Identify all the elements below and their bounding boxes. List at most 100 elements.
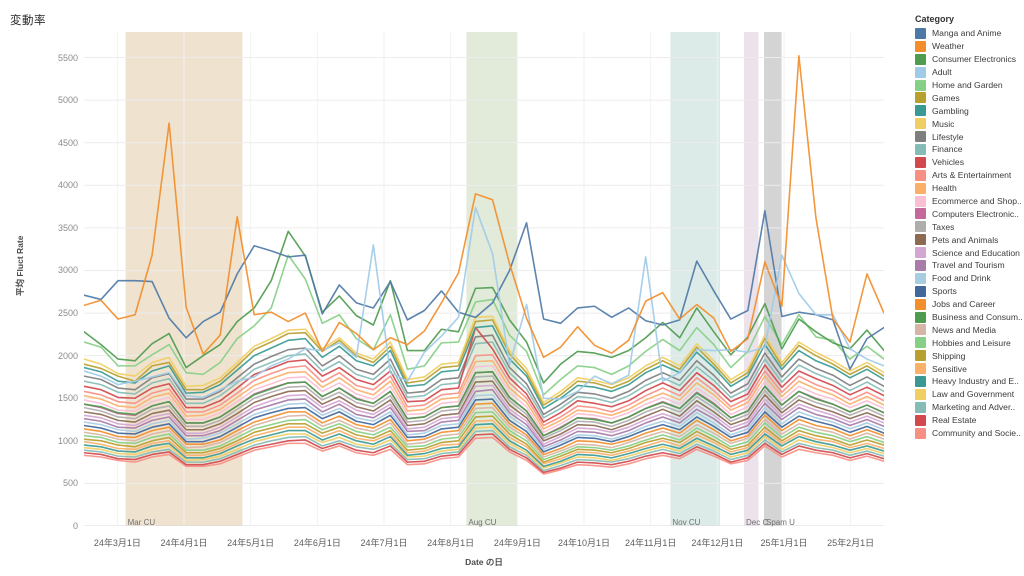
- legend-color-swatch-icon: [915, 272, 926, 284]
- x-axis-tick-label: 24年5月1日: [227, 538, 275, 548]
- legend-color-swatch-icon: [915, 247, 926, 259]
- x-axis-tick-label: 24年9月1日: [493, 538, 541, 548]
- legend-item[interactable]: Shipping: [905, 349, 1023, 362]
- y-axis-tick-label: 5500: [57, 52, 78, 63]
- legend-item-list[interactable]: Manga and Anime Weather Consumer Electroni…: [905, 27, 1023, 440]
- legend-item[interactable]: Adult: [905, 66, 1023, 79]
- legend-item[interactable]: Pets and Animals: [905, 233, 1023, 246]
- legend-color-swatch-icon: [915, 40, 926, 52]
- legend-color-swatch-icon: [915, 27, 926, 39]
- legend-item[interactable]: Marketing and Adver..: [905, 401, 1023, 414]
- legend-item[interactable]: Gambling: [905, 104, 1023, 117]
- legend-item[interactable]: Weather: [905, 40, 1023, 53]
- legend-item-label: Vehicles: [932, 157, 965, 168]
- legend-item[interactable]: Real Estate: [905, 414, 1023, 427]
- legend-item-label: Manga and Anime: [932, 28, 1002, 39]
- legend-item[interactable]: Health: [905, 182, 1023, 195]
- legend-item-label: Weather: [932, 41, 965, 52]
- legend-item-label: Finance: [932, 144, 963, 155]
- legend-color-swatch-icon: [915, 79, 926, 91]
- legend-item[interactable]: Consumer Electronics: [905, 53, 1023, 66]
- legend-item-label: Home and Garden: [932, 80, 1003, 90]
- legend-item[interactable]: Games: [905, 91, 1023, 104]
- legend-item[interactable]: Sensitive: [905, 362, 1023, 375]
- legend-item-label: Ecommerce and Shop..: [932, 196, 1022, 207]
- y-axis-tick-label: 2500: [57, 308, 78, 319]
- legend-item[interactable]: Science and Education: [905, 246, 1023, 259]
- legend-color-swatch-icon: [915, 375, 926, 387]
- x-axis-title: Date の日: [465, 557, 503, 567]
- x-axis-tick-label: 24年3月1日: [93, 538, 141, 548]
- legend-item[interactable]: Manga and Anime: [905, 27, 1023, 40]
- x-axis-ticks: 24年3月1日 24年4月1日 24年5月1日 24年6月1日 24年7月1日 24年8月…: [0, 536, 1024, 550]
- annotation-band-label: Spam U: [766, 518, 795, 527]
- legend-item[interactable]: Lifestyle: [905, 130, 1023, 143]
- plot-area[interactable]: [84, 32, 884, 526]
- legend-color-swatch-icon: [915, 259, 926, 271]
- legend-item-label: Pets and Animals: [932, 234, 999, 245]
- legend-color-swatch-icon: [915, 221, 926, 233]
- legend-item[interactable]: Finance: [905, 143, 1023, 156]
- legend-item-label: Science and Education: [932, 247, 1020, 258]
- legend-color-swatch-icon: [915, 182, 926, 194]
- legend-item[interactable]: Music: [905, 117, 1023, 130]
- x-axis-tick-label: 24年7月1日: [360, 538, 408, 548]
- legend-item[interactable]: Law and Government: [905, 388, 1023, 401]
- y-axis-tick-label: 5000: [57, 95, 78, 106]
- x-axis-tick-label: 24年12月1日: [691, 538, 744, 548]
- legend-color-swatch-icon: [915, 156, 926, 168]
- x-axis-tick-label: 24年4月1日: [160, 538, 208, 548]
- legend-color-swatch-icon: [915, 388, 926, 400]
- legend-item[interactable]: Taxes: [905, 220, 1023, 233]
- legend-color-swatch-icon: [915, 105, 926, 117]
- legend[interactable]: Category Manga and Anime Weather Consumer …: [905, 14, 1023, 440]
- y-axis-tick-label: 1000: [57, 435, 78, 446]
- legend-item-label: Law and Government: [932, 389, 1015, 400]
- legend-color-swatch-icon: [915, 131, 926, 143]
- legend-item[interactable]: News and Media: [905, 323, 1023, 336]
- legend-item[interactable]: Vehicles: [905, 156, 1023, 169]
- legend-item-label: Games: [932, 92, 960, 103]
- legend-item[interactable]: Computers Electronic..: [905, 207, 1023, 220]
- legend-item-label: Heavy Industry and E..: [932, 376, 1019, 387]
- legend-color-swatch-icon: [915, 427, 926, 439]
- legend-item[interactable]: Business and Consum..: [905, 311, 1023, 324]
- legend-color-swatch-icon: [915, 143, 926, 155]
- legend-item[interactable]: Hobbies and Leisure: [905, 336, 1023, 349]
- legend-item-label: Music: [932, 118, 955, 129]
- legend-color-swatch-icon: [915, 53, 926, 65]
- legend-color-swatch-icon: [915, 324, 926, 336]
- legend-item[interactable]: Community and Socie..: [905, 427, 1023, 440]
- x-axis-tick-label: 25年2月1日: [827, 538, 875, 548]
- x-axis-tick-label: 24年11月1日: [624, 538, 677, 548]
- legend-item-label: News and Media: [932, 324, 997, 335]
- annotation-band-label: Mar CU: [127, 518, 156, 527]
- y-axis-title: 平均 Fluct Rate: [15, 235, 25, 296]
- legend-item[interactable]: Travel and Tourism: [905, 259, 1023, 272]
- y-axis-tick-label: 4500: [57, 137, 78, 148]
- legend-color-swatch-icon: [915, 234, 926, 246]
- annotation-band-label: Nov CU: [672, 518, 701, 527]
- y-axis-ticks: 0 500 1000 1500 2000 2500 3000 3500 4000 4500 5000…: [30, 32, 78, 531]
- legend-item[interactable]: Food and Drink: [905, 272, 1023, 285]
- legend-item[interactable]: Jobs and Career: [905, 298, 1023, 311]
- x-axis-tick-label: 24年10月1日: [557, 538, 611, 548]
- annotation-band-label: Dec C: [746, 518, 769, 527]
- x-axis-tick-label: 25年1月1日: [760, 538, 808, 548]
- legend-item-label: Health: [932, 183, 957, 194]
- legend-item-label: Sports: [932, 286, 957, 297]
- legend-title: Category: [915, 14, 955, 24]
- legend-item[interactable]: Ecommerce and Shop..: [905, 195, 1023, 208]
- line-chart-svg: [84, 32, 884, 526]
- legend-item[interactable]: Arts & Entertainment: [905, 169, 1023, 182]
- legend-color-swatch-icon: [915, 350, 926, 362]
- legend-item[interactable]: Sports: [905, 285, 1023, 298]
- legend-item[interactable]: Heavy Industry and E..: [905, 375, 1023, 388]
- y-axis-tick-label: 1500: [57, 393, 78, 404]
- legend-item-label: Food and Drink: [932, 273, 991, 284]
- legend-item[interactable]: Home and Garden: [905, 79, 1023, 92]
- legend-color-swatch-icon: [915, 285, 926, 297]
- legend-item-label: Adult: [932, 67, 952, 78]
- y-axis-tick-label: 3000: [57, 265, 78, 276]
- legend-color-swatch-icon: [915, 195, 926, 207]
